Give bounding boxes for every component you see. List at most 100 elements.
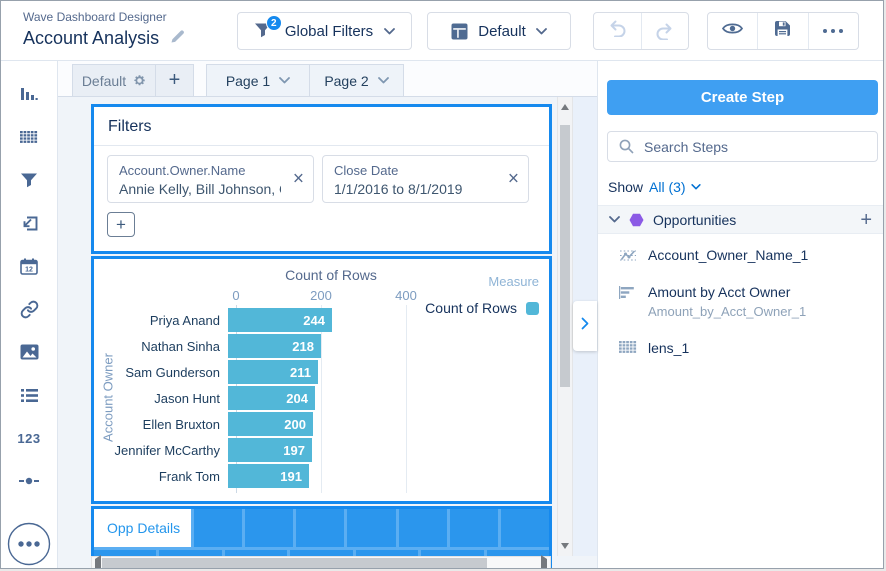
collapse-panel-handle[interactable] — [573, 301, 597, 351]
edit-title-pencil-icon[interactable] — [170, 28, 185, 49]
scroll-left-arrow-icon[interactable] — [95, 555, 101, 568]
add-filter-button[interactable]: + — [107, 212, 135, 237]
bar-value-label: 218 — [292, 338, 314, 354]
table-cell[interactable] — [194, 509, 243, 547]
table-cell[interactable] — [449, 509, 498, 547]
bar[interactable]: 200 — [228, 412, 313, 436]
table-tab-opp-details[interactable]: Opp Details — [94, 509, 191, 547]
filters-widget[interactable]: Filters Account.Owner.Name Annie Kelly, B… — [91, 104, 552, 254]
layout-select[interactable]: Default — [427, 12, 571, 50]
tab-page-2[interactable]: Page 2 — [310, 64, 404, 96]
remove-filter-icon[interactable]: × — [508, 170, 519, 189]
tab-page-1-label: Page 1 — [225, 72, 271, 89]
filter-chip-list: Account.Owner.Name Annie Kelly, Bill John… — [94, 146, 549, 203]
image-icon[interactable] — [16, 340, 42, 364]
filter-chip-field: Account.Owner.Name — [119, 163, 246, 178]
legend-entry[interactable]: Count of Rows — [425, 300, 539, 316]
wave-dashboard-designer-window: Wave Dashboard Designer Account Analysis… — [0, 0, 884, 569]
title-block: Wave Dashboard Designer Account Analysis — [23, 10, 185, 49]
search-steps-box — [607, 131, 878, 162]
more-icon[interactable] — [7, 522, 51, 566]
dataset-group-name: Opportunities — [653, 211, 737, 228]
table-icon[interactable] — [16, 125, 42, 149]
filter-chip[interactable]: Close Date 1/1/2016 to 8/1/2019 × — [322, 155, 529, 203]
create-step-button[interactable]: Create Step — [607, 80, 878, 115]
undo-icon — [607, 20, 628, 42]
tab-page-1[interactable]: Page 1 — [206, 64, 310, 96]
bar[interactable]: 197 — [228, 438, 312, 462]
table-cell[interactable] — [500, 509, 549, 547]
undo-button[interactable] — [594, 13, 641, 49]
step-item[interactable]: lens_1 — [598, 327, 883, 364]
x-axis-tick: 400 — [395, 288, 417, 303]
table-cell[interactable] — [347, 509, 396, 547]
chevron-down-icon[interactable] — [377, 77, 389, 84]
chart-widget[interactable]: Count of Rows 0 200 400 Priya Anand 244 Nath… — [91, 256, 552, 504]
table-cell[interactable] — [296, 509, 345, 547]
date-icon[interactable]: 12 — [16, 254, 42, 278]
step-title: Amount by Acct Owner — [648, 284, 791, 300]
add-page-button[interactable]: + — [156, 64, 194, 96]
show-filter-row: Show All (3) — [608, 179, 701, 195]
tab-default-layout[interactable]: Default — [72, 64, 156, 96]
chevron-down-icon[interactable] — [279, 77, 291, 84]
container-icon[interactable] — [16, 211, 42, 235]
table-cell[interactable] — [245, 509, 294, 547]
page-tabbar: Default + Page 1 Page 2 — [58, 61, 597, 97]
bar[interactable]: 218 — [228, 334, 321, 358]
vertical-scrollbar-thumb[interactable] — [560, 125, 570, 387]
add-step-to-group-button[interactable]: + — [860, 210, 872, 230]
scroll-up-arrow-icon[interactable] — [558, 104, 572, 110]
more-actions-button[interactable] — [807, 13, 858, 49]
global-filters-button[interactable]: 2 Global Filters — [237, 12, 412, 50]
bar[interactable]: 211 — [228, 360, 318, 384]
bar-chart-icon[interactable] — [16, 82, 42, 106]
step-item[interactable]: Account_Owner_Name_1 — [598, 234, 883, 271]
step-item-text: Account_Owner_Name_1 — [648, 247, 808, 263]
chart-bar-row: Frank Tom 191 — [94, 463, 429, 489]
table-header-row: Opp Details — [94, 509, 549, 547]
bar[interactable]: 191 — [228, 464, 309, 488]
bar-value-label: 191 — [280, 468, 302, 484]
show-all-link[interactable]: All (3) — [649, 179, 701, 195]
canvas-vertical-scrollbar[interactable] — [557, 97, 573, 556]
layout-select-value: Default — [478, 22, 526, 40]
bar[interactable]: 244 — [228, 308, 332, 332]
horizontal-scrollbar-thumb[interactable] — [102, 558, 487, 568]
list-icon[interactable] — [16, 383, 42, 407]
scroll-down-arrow-icon[interactable] — [558, 543, 572, 549]
chevron-down-icon[interactable] — [609, 216, 620, 223]
svg-text:12: 12 — [25, 266, 33, 273]
dashboard-canvas: Filters Account.Owner.Name Annie Kelly, B… — [58, 97, 597, 568]
redo-button[interactable] — [640, 13, 689, 49]
x-axis-tick: 0 — [232, 288, 240, 303]
dataset-group-opportunities[interactable]: Opportunities + — [598, 205, 883, 234]
preview-button[interactable] — [708, 13, 757, 49]
bar-plot: Priya Anand 244 Nathan Sinha 218 Sam Gunders… — [94, 307, 429, 489]
search-icon — [619, 139, 634, 154]
scroll-right-arrow-icon[interactable] — [541, 555, 547, 568]
step-item[interactable]: Amount by Acct Owner Amount_by_Acct_Owner… — [598, 271, 883, 327]
number-icon[interactable]: 123 — [16, 426, 42, 450]
undo-redo-group — [593, 12, 689, 50]
step-item-text: lens_1 — [648, 340, 689, 356]
link-icon[interactable] — [16, 297, 42, 321]
filter-chip[interactable]: Account.Owner.Name Annie Kelly, Bill John… — [107, 155, 314, 203]
remove-filter-icon[interactable]: × — [293, 170, 304, 189]
global-filters-label: Global Filters — [284, 22, 374, 40]
ellipsis-icon — [823, 29, 844, 33]
range-icon[interactable] — [16, 469, 42, 493]
canvas-horizontal-scrollbar[interactable] — [91, 555, 551, 568]
table-cell[interactable] — [398, 509, 447, 547]
search-steps-input[interactable] — [644, 138, 877, 155]
widget-toolbar: 12 123 — [1, 61, 58, 568]
tab-default-label: Default — [81, 72, 127, 89]
bar[interactable]: 204 — [228, 386, 315, 410]
filter-icon[interactable] — [16, 168, 42, 192]
chart-bar-row: Ellen Bruxton 200 — [94, 411, 429, 437]
header: Wave Dashboard Designer Account Analysis… — [1, 1, 883, 61]
show-label: Show — [608, 179, 644, 195]
save-button[interactable] — [757, 13, 807, 49]
gear-icon[interactable] — [133, 74, 146, 87]
chevron-down-icon — [690, 184, 701, 190]
